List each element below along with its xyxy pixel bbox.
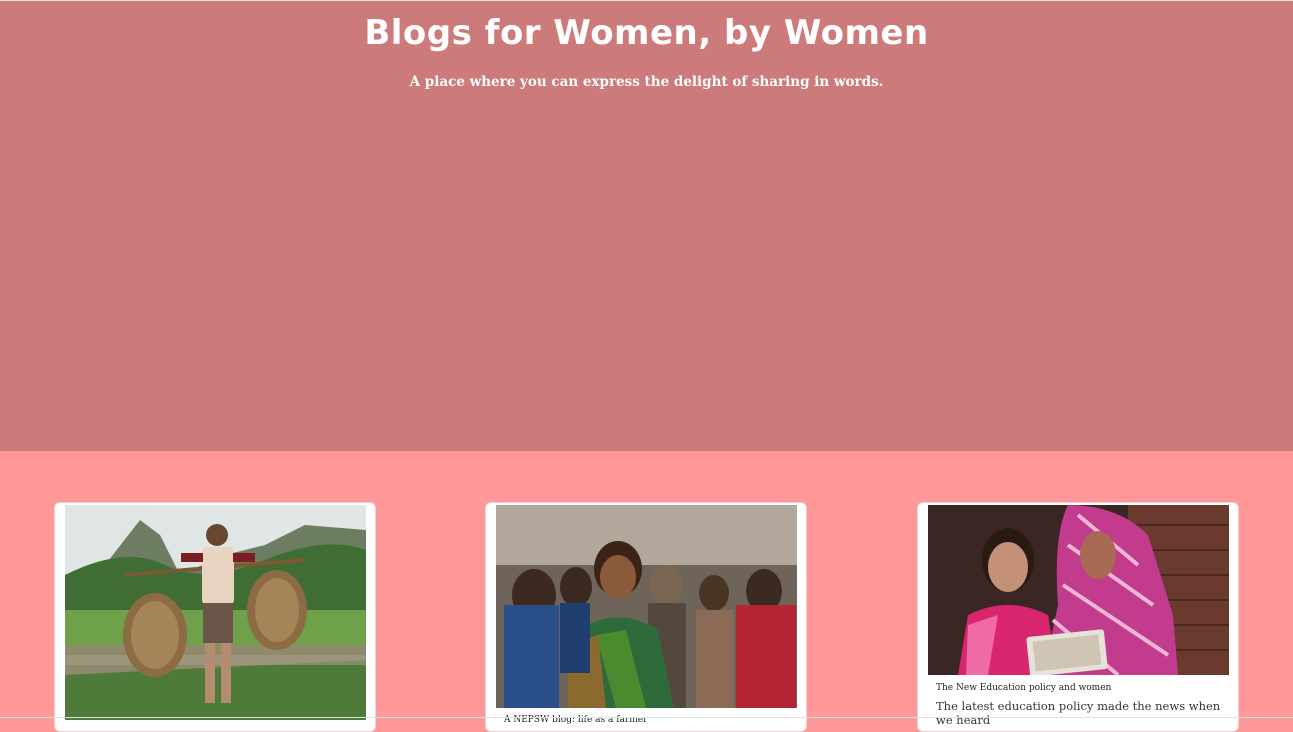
women-group-photo-icon [496,505,797,708]
page-subtitle: A place where you can express the deligh… [409,74,884,90]
blog-card-2[interactable]: A NEPSW blog: life as a farmer [485,502,807,732]
blog-card-3[interactable]: The New Education policy and women The l… [917,502,1239,732]
blog-card-image-1[interactable] [65,505,366,720]
blog-card-title-3[interactable]: The New Education policy and women [936,683,1111,693]
women-tablet-photo-icon [928,505,1229,675]
blog-card-1[interactable] [54,502,376,732]
woman-farmer-photo-icon [65,505,366,720]
hero-banner: Blogs for Women, by Women A place where … [0,0,1293,451]
page-title: Blogs for Women, by Women [364,13,929,53]
blog-card-image-3[interactable] [928,505,1229,675]
blog-card-image-2[interactable] [496,505,797,708]
blog-card-excerpt-3: The latest education policy made the new… [936,699,1221,727]
